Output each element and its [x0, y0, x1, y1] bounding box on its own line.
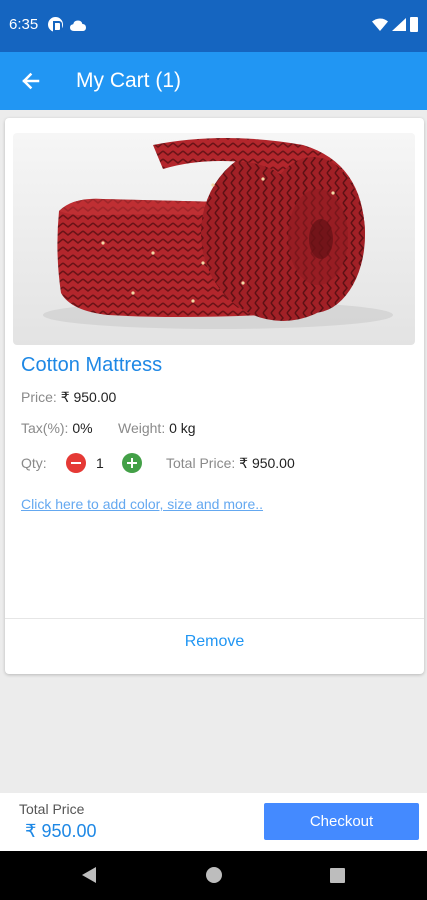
remove-button[interactable]: Remove	[5, 619, 424, 674]
system-nav-bar	[0, 851, 427, 900]
tax-row: Tax(%): 0%	[21, 420, 93, 436]
status-time: 6:35	[9, 16, 39, 33]
p-icon	[48, 17, 63, 32]
cart-total-label: Total Price	[19, 801, 85, 817]
price-label: Price:	[21, 389, 57, 405]
app-bar: My Cart (1)	[0, 52, 427, 110]
total-price-label: Total Price:	[166, 455, 236, 471]
decrease-quantity-button[interactable]	[66, 453, 86, 473]
total-price-value: ₹ 950.00	[239, 455, 295, 471]
nav-home-icon[interactable]	[206, 867, 222, 883]
cart-item-card: Cotton Mattress Price: ₹ 950.00 Tax(%): …	[5, 118, 424, 674]
product-image[interactable]	[13, 133, 415, 345]
weight-row: Weight: 0 kg	[118, 420, 196, 436]
nav-recents-icon[interactable]	[330, 868, 345, 883]
tax-label: Tax(%):	[21, 420, 69, 436]
tax-value: 0%	[72, 420, 93, 436]
add-options-link[interactable]: Click here to add color, size and more..	[21, 496, 263, 512]
arrow-left-icon	[22, 72, 40, 90]
quantity-value: 1	[96, 455, 104, 471]
nav-back-icon[interactable]	[82, 867, 96, 883]
price-value: ₹ 950.00	[60, 389, 117, 405]
total-price-row: Total Price: ₹ 950.00	[166, 455, 295, 472]
back-button[interactable]	[14, 64, 48, 98]
cloud-icon	[70, 20, 86, 31]
battery-icon	[410, 17, 418, 32]
qty-label: Qty:	[21, 455, 47, 471]
price-row: Price: ₹ 950.00	[21, 389, 116, 406]
cart-total-value: ₹ 950.00	[25, 821, 97, 841]
signal-icon	[392, 18, 406, 31]
status-bar: 6:35	[0, 0, 427, 52]
weight-value: 0 kg	[169, 420, 196, 436]
wifi-icon	[372, 18, 388, 31]
rolled-mattress-image	[43, 138, 393, 329]
increase-quantity-button[interactable]	[122, 453, 142, 473]
checkout-bar: Total Price ₹ 950.00 Checkout	[0, 793, 427, 851]
checkout-button[interactable]: Checkout	[264, 803, 419, 840]
page-title: My Cart (1)	[76, 69, 181, 92]
weight-label: Weight:	[118, 420, 166, 436]
product-name[interactable]: Cotton Mattress	[21, 354, 162, 377]
